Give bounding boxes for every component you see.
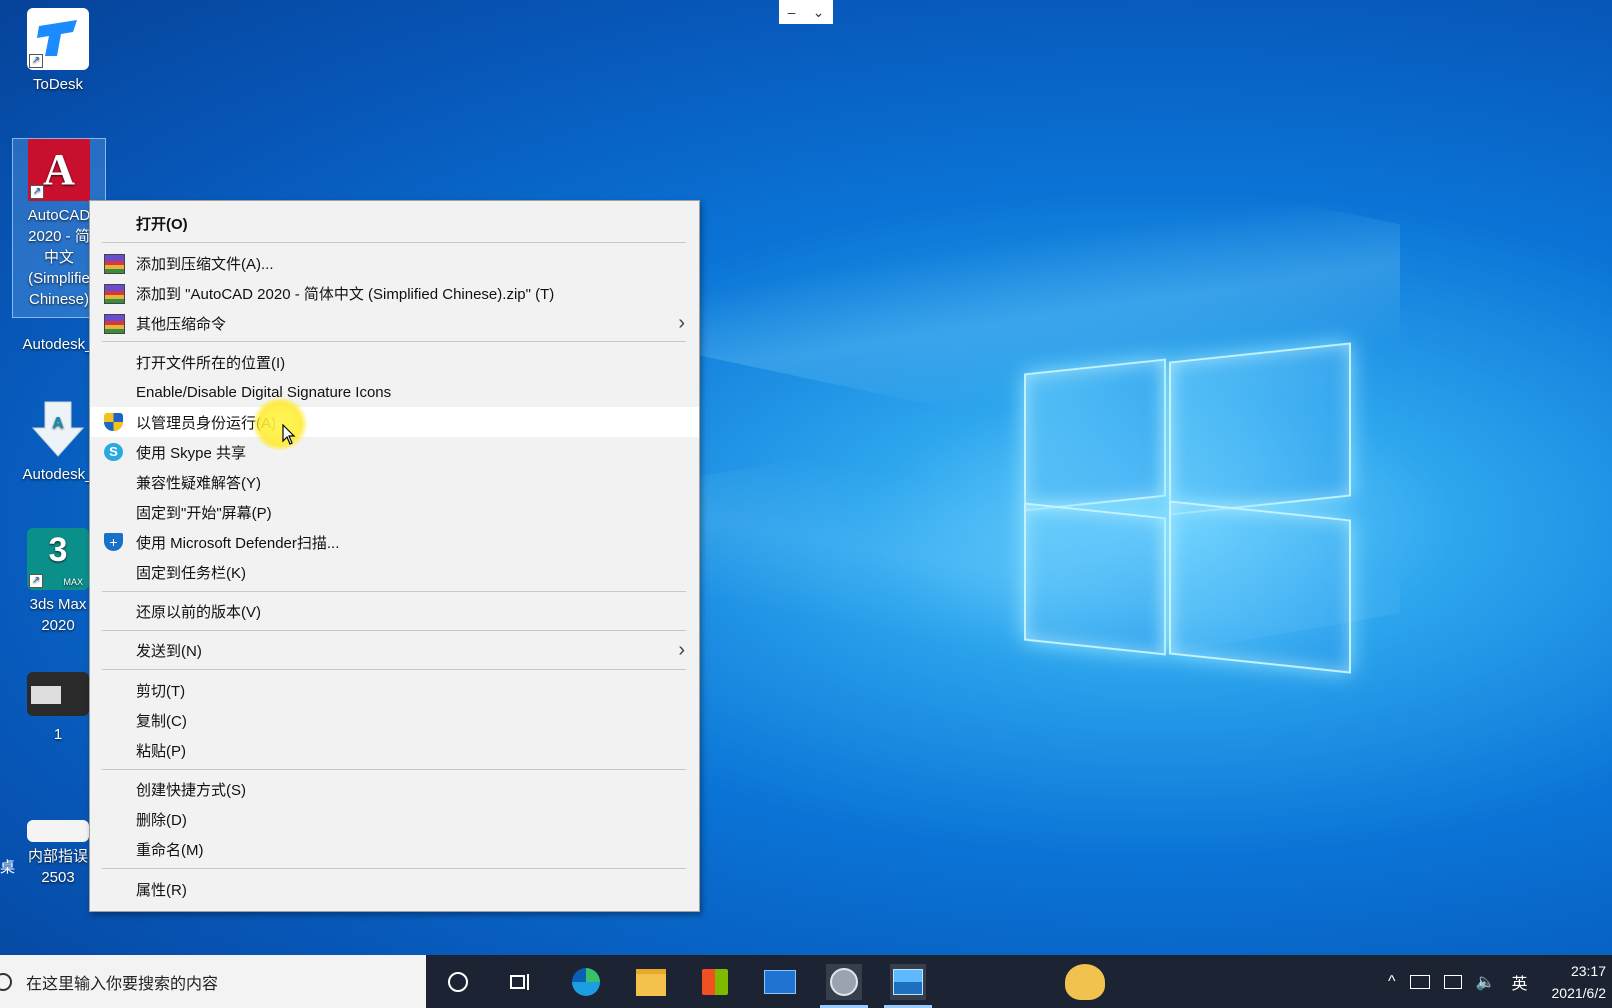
volume-icon[interactable]: 🔈 — [1476, 972, 1496, 992]
taskbar-search-box[interactable]: 在这里输入你要搜索的内容 — [0, 955, 426, 1008]
winrar-icon — [104, 314, 125, 334]
remote-toolbar: – ⌄ — [779, 0, 833, 24]
autocad-icon: A ↗ — [28, 139, 90, 201]
app-icon[interactable] — [826, 964, 862, 1000]
cursor-highlight — [251, 398, 309, 450]
todesk-icon: ↗ — [27, 8, 89, 70]
menu-item-copy[interactable]: 复制(C) — [90, 705, 699, 735]
menu-item-add-archive[interactable]: 添加到压缩文件(A)... — [90, 248, 699, 278]
clock-time: 23:17 — [1570, 963, 1606, 979]
windows-logo — [1024, 338, 1354, 674]
search-placeholder: 在这里输入你要搜索的内容 — [26, 975, 219, 993]
task-view-icon[interactable] — [503, 964, 539, 1000]
ime-indicator[interactable]: 英 — [1511, 970, 1527, 994]
menu-item-compatibility[interactable]: 兼容性疑难解答(Y) — [90, 467, 699, 497]
defender-icon: + — [104, 533, 123, 551]
menu-item-add-zip[interactable]: 添加到 "AutoCAD 2020 - 简体中文 (Simplified Chi… — [90, 278, 699, 308]
menu-item-digital-signature[interactable]: Enable/Disable Digital Signature Icons — [90, 377, 699, 407]
file-explorer-icon[interactable] — [633, 964, 669, 1000]
menu-item-create-shortcut[interactable]: 创建快捷方式(S) — [90, 774, 699, 804]
mouse-pointer-icon — [282, 423, 296, 452]
desktop-icon-todesk[interactable]: ↗ ToDesk — [12, 8, 104, 95]
tray-overflow-chevron-icon[interactable]: ^ — [1388, 973, 1396, 991]
menu-item-run-as-admin[interactable]: 以管理员身份运行(A) — [90, 407, 699, 437]
desktop-icon-label: ToDesk — [32, 76, 84, 93]
network-icon[interactable] — [1443, 974, 1462, 989]
battery-icon[interactable] — [1409, 974, 1430, 989]
store-icon[interactable] — [697, 964, 733, 1000]
menu-item-delete[interactable]: 删除(D) — [90, 804, 699, 834]
menu-item-cut[interactable]: 剪切(T) — [90, 675, 699, 705]
system-tray: ^ 🔈 英 — [1388, 955, 1527, 1008]
image-thumbnail-icon — [27, 672, 89, 716]
context-menu: 打开(O) 添加到压缩文件(A)... 添加到 "AutoCAD 2020 - … — [89, 200, 700, 912]
minimize-button[interactable]: – — [788, 4, 796, 20]
search-icon — [0, 972, 12, 991]
chevron-right-icon: › — [678, 638, 685, 661]
clock[interactable]: 23:17 2021/6/2 — [1552, 960, 1607, 1004]
winrar-icon — [104, 254, 125, 274]
chevron-right-icon: › — [678, 311, 685, 334]
menu-item-restore-versions[interactable]: 还原以前的版本(V) — [90, 596, 699, 626]
menu-item-pin-start[interactable]: 固定到"开始"屏幕(P) — [90, 497, 699, 527]
menu-item-open-location[interactable]: 打开文件所在的位置(I) — [90, 347, 699, 377]
taskbar: 在这里输入你要搜索的内容 ^ 🔈 英 23:17 2021/6/2 — [0, 955, 1612, 1008]
skype-icon: S — [104, 443, 123, 461]
edge-icon-label: 桌 — [0, 859, 16, 876]
menu-item-pin-taskbar[interactable]: 固定到任务栏(K) — [90, 557, 699, 587]
expand-button[interactable]: ⌄ — [813, 4, 825, 21]
edge-icon[interactable] — [568, 964, 604, 1000]
menu-item-more-compress[interactable]: 其他压缩命令 › — [90, 308, 699, 338]
menu-item-send-to[interactable]: 发送到(N) › — [90, 635, 699, 665]
clock-date: 2021/6/2 — [1551, 985, 1607, 1001]
3dsmax-icon: 3 MAX ↗ — [27, 528, 89, 590]
cortana-icon[interactable] — [440, 964, 476, 1000]
uac-shield-icon — [104, 413, 123, 431]
photos-icon[interactable] — [890, 964, 926, 1000]
menu-item-defender-scan[interactable]: + 使用 Microsoft Defender扫描... — [90, 527, 699, 557]
autodesk-download-icon: A — [27, 398, 89, 460]
winrar-icon — [104, 284, 125, 304]
menu-item-properties[interactable]: 属性(R) — [90, 874, 699, 904]
menu-item-open[interactable]: 打开(O) — [90, 208, 699, 238]
menu-item-paste[interactable]: 粘贴(P) — [90, 735, 699, 765]
mail-icon[interactable] — [762, 964, 798, 1000]
menu-item-rename[interactable]: 重命名(M) — [90, 834, 699, 864]
doge-icon[interactable] — [1060, 964, 1110, 1000]
menu-item-skype-share[interactable]: S 使用 Skype 共享 — [90, 437, 699, 467]
document-thumbnail-icon — [27, 820, 89, 842]
svg-text:A: A — [52, 415, 64, 432]
